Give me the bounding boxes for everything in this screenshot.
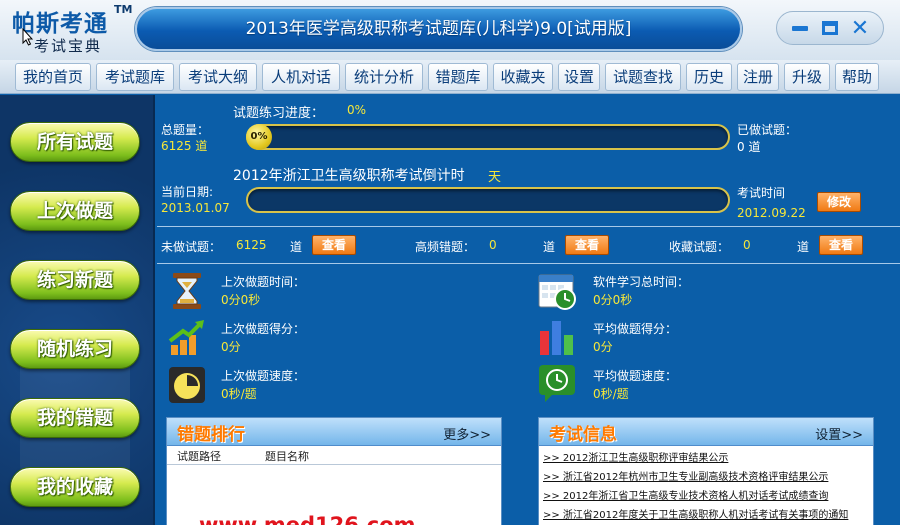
close-icon: ✕	[850, 15, 870, 41]
divider	[157, 263, 900, 264]
countdown-label: 2012年浙江卫生高级职称考试倒计时	[233, 168, 465, 184]
menu-search[interactable]: 试题查找	[605, 63, 681, 91]
progress-value: 0%	[347, 103, 367, 117]
stopwatch-icon	[169, 367, 205, 403]
menu-register[interactable]: 注册	[737, 63, 779, 91]
menu-help[interactable]: 帮助	[835, 63, 879, 91]
menu-home[interactable]: 我的首页	[15, 63, 91, 91]
undone-label: 未做试题：	[161, 240, 222, 254]
countdown-bar	[246, 187, 730, 213]
minimize-icon	[792, 25, 808, 31]
last-score-label: 上次做题得分：	[221, 322, 306, 336]
current-date-label: 当前日期:	[161, 185, 214, 199]
menu-history[interactable]: 历史	[686, 63, 732, 91]
total-label: 总题量：	[161, 123, 210, 137]
last-time-label: 上次做题时间：	[221, 275, 306, 289]
freq-wrong-unit: 道	[543, 240, 556, 254]
window-title-bar[interactable]: 2013年医学高级职称考试题库(儿科学)9.0[试用版]	[135, 7, 742, 51]
column-header-path: 试题路径	[177, 450, 221, 463]
minimize-button[interactable]	[788, 17, 812, 39]
last-score-value: 0分	[221, 340, 241, 354]
progress-label: 试题练习进度：	[233, 106, 325, 121]
sidebar-all-questions[interactable]: 所有试题	[10, 122, 140, 162]
total-time-value: 0分0秒	[593, 293, 633, 307]
menu-syllabus[interactable]: 考试大纲	[179, 63, 257, 91]
total-value: 6125 道	[161, 139, 208, 153]
exam-date-label: 考试时间	[737, 186, 786, 200]
fav-unit: 道	[797, 240, 810, 254]
last-speed-value: 0秒/题	[221, 387, 257, 401]
fav-label: 收藏试题：	[669, 240, 730, 254]
avg-speed-label: 平均做题速度：	[593, 369, 678, 383]
news-item[interactable]: >> 浙江省2012年度关于卫生高级职称人机对话考试有关事项的通知	[543, 506, 848, 521]
sidebar-my-wrong[interactable]: 我的错题	[10, 398, 140, 438]
maximize-button[interactable]	[818, 17, 842, 39]
done-label: 已做试题：	[737, 123, 798, 137]
menu-dialogue[interactable]: 人机对话	[262, 63, 340, 91]
last-time-value: 0分0秒	[221, 293, 261, 307]
done-value: 0 道	[737, 140, 761, 154]
news-item[interactable]: >> 2012年浙江省卫生高级专业技术资格人机对话考试成绩查询	[543, 487, 828, 502]
panel-title: 错题排行	[177, 425, 245, 445]
view-fav-button[interactable]: 查看	[819, 235, 863, 255]
calendar-clock-icon	[538, 274, 576, 310]
fav-value: 0	[743, 238, 751, 252]
news-item[interactable]: >> 2012浙江卫生高级职称评审结果公示	[543, 449, 728, 464]
menu-upgrade[interactable]: 升级	[784, 63, 830, 91]
wrong-ranking-panel: 错题排行 更多>> 试题路径 题目名称 www.med126.com	[166, 417, 502, 525]
hourglass-icon	[173, 273, 201, 309]
undone-value: 6125	[236, 238, 267, 252]
countdown-unit: 天	[488, 170, 502, 185]
growth-chart-icon	[168, 320, 204, 355]
progress-percent-badge: 0%	[246, 124, 272, 150]
sidebar-last-practice[interactable]: 上次做题	[10, 191, 140, 231]
menu-settings[interactable]: 设置	[558, 63, 600, 91]
panel-header: 考试信息 设置>>	[539, 418, 873, 446]
edit-exam-date-button[interactable]: 修改	[817, 192, 861, 212]
exam-info-panel: 考试信息 设置>> >> 2012浙江卫生高级职称评审结果公示 >> 浙江省20…	[538, 417, 874, 525]
main-content: 试题练习进度： 0% 总题量： 6125 道 0% 已做试题： 0 道 2012…	[157, 95, 900, 525]
avg-speed-value: 0秒/题	[593, 387, 629, 401]
bar-chart-icon	[540, 321, 573, 355]
panel-title: 考试信息	[549, 425, 617, 445]
sidebar-new-practice[interactable]: 练习新题	[10, 260, 140, 300]
total-time-label: 软件学习总时间：	[593, 275, 690, 289]
close-button[interactable]: ✕	[848, 15, 872, 41]
column-header-name: 题目名称	[265, 450, 309, 463]
freq-wrong-label: 高频错题：	[415, 240, 476, 254]
progress-bar: 0%	[246, 124, 730, 150]
menu-wrong-bank[interactable]: 错题库	[428, 63, 488, 91]
menu-bar: 我的首页 考试题库 考试大纲 人机对话 统计分析 错题库 收藏夹 设置 试题查找…	[0, 60, 900, 94]
menu-question-bank[interactable]: 考试题库	[96, 63, 174, 91]
menu-statistics[interactable]: 统计分析	[345, 63, 423, 91]
mouse-cursor-icon	[22, 28, 34, 46]
maximize-icon	[822, 21, 838, 35]
last-speed-label: 上次做题速度：	[221, 369, 306, 383]
logo-sub-text: 考试宝典	[34, 37, 103, 55]
view-undone-button[interactable]: 查看	[312, 235, 356, 255]
sidebar-my-favorites[interactable]: 我的收藏	[10, 467, 140, 507]
news-item[interactable]: >> 浙江省2012年杭州市卫生专业副高级技术资格评审结果公示	[543, 468, 828, 483]
header: 帕斯考通 TM 考试宝典 2013年医学高级职称考试题库(儿科学)9.0[试用版…	[0, 0, 900, 60]
window-title: 2013年医学高级职称考试题库(儿科学)9.0[试用版]	[245, 19, 632, 39]
divider	[157, 226, 900, 227]
watermark-text: www.med126.com	[199, 513, 416, 525]
sidebar-random-practice[interactable]: 随机练习	[10, 329, 140, 369]
freq-wrong-value: 0	[489, 238, 497, 252]
exam-info-settings-link[interactable]: 设置>>	[815, 424, 863, 443]
current-date-value: 2013.01.07	[161, 201, 230, 215]
window-controls: ✕	[776, 11, 884, 45]
avg-score-label: 平均做题得分：	[593, 322, 678, 336]
ranking-more-link[interactable]: 更多>>	[443, 424, 491, 443]
menu-favorites[interactable]: 收藏夹	[493, 63, 553, 91]
logo-trademark: TM	[114, 3, 133, 16]
view-freq-wrong-button[interactable]: 查看	[565, 235, 609, 255]
undone-unit: 道	[290, 240, 303, 254]
clock-bubble-icon	[539, 365, 575, 402]
exam-date-value: 2012.09.22	[737, 206, 806, 220]
avg-score-value: 0分	[593, 340, 613, 354]
sidebar: 所有试题 上次做题 练习新题 随机练习 我的错题 我的收藏	[0, 95, 155, 525]
panel-header: 错题排行 更多>>	[167, 418, 501, 446]
column-divider	[167, 464, 501, 465]
